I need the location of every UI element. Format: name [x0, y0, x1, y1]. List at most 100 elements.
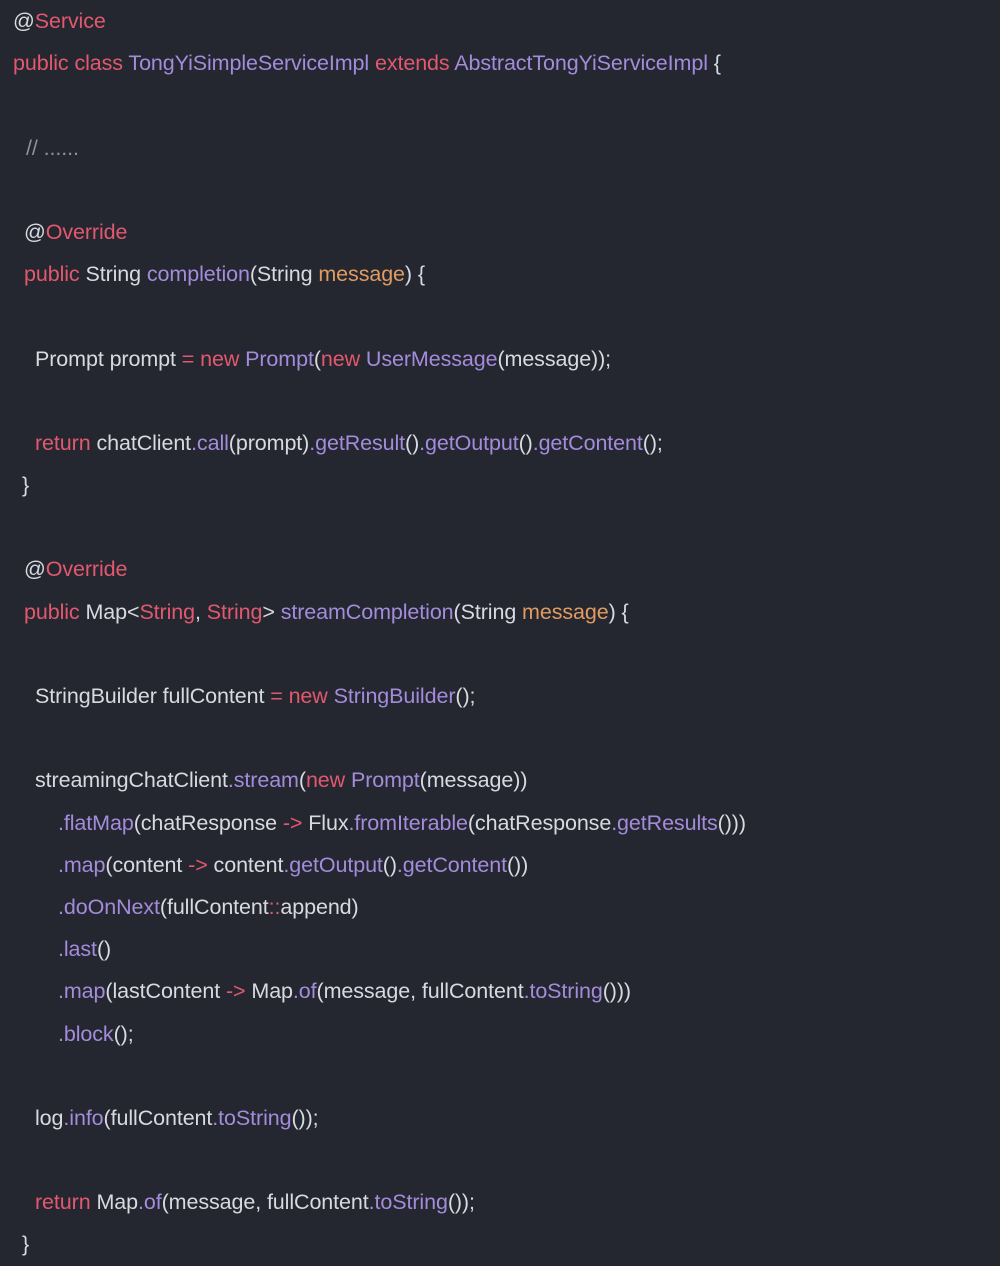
code-token: extends	[369, 51, 455, 76]
code-token: .map	[58, 979, 106, 1004]
code-token: (String	[249, 262, 319, 287]
code-token: ) {	[608, 599, 629, 624]
code-token: .toString	[523, 979, 603, 1004]
code-token: new	[305, 768, 351, 793]
code-token: .getOutput	[283, 852, 383, 877]
code-line: }	[0, 1223, 1000, 1265]
code-token: .map	[58, 852, 106, 877]
code-token: }	[22, 1232, 30, 1257]
code-line: return chatClient.call(prompt).getResult…	[0, 422, 1000, 464]
code-token: Prompt prompt	[35, 346, 182, 371]
code-token: ()	[518, 430, 533, 455]
code-token: ()))	[717, 810, 746, 835]
code-token: String	[79, 262, 147, 287]
code-token: streamingChatClient	[35, 768, 228, 793]
code-token: ());	[447, 1190, 475, 1215]
code-token: String	[206, 599, 263, 624]
code-token: streamCompletion	[280, 599, 454, 624]
code-token: ()	[382, 852, 397, 877]
code-token: return	[35, 1190, 91, 1215]
code-token: .getOutput	[419, 430, 519, 455]
code-token: (	[313, 346, 321, 371]
code-token: >	[262, 599, 281, 624]
code-token: ->	[282, 810, 303, 835]
code-token: completion	[146, 262, 250, 287]
code-token: .toString	[368, 1190, 448, 1215]
code-token: (chatResponse	[133, 810, 283, 835]
code-token: .of	[137, 1190, 162, 1215]
code-token: ::	[268, 894, 281, 919]
code-token: content	[207, 852, 284, 877]
code-line: // ......	[0, 127, 1000, 169]
code-token: .getResult	[309, 430, 406, 455]
code-token: .getContent	[396, 852, 507, 877]
code-line: .map(lastContent -> Map.of(message, full…	[0, 970, 1000, 1012]
code-line: public String completion(String message)…	[0, 253, 1000, 295]
code-token: .info	[63, 1105, 104, 1130]
code-token: (	[298, 768, 306, 793]
code-token: (message));	[497, 346, 612, 371]
code-line: .last()	[0, 928, 1000, 970]
code-lines-container: @Service public class TongYiSimpleService…	[0, 0, 1000, 1266]
code-token: @	[24, 557, 46, 582]
code-token: Override	[45, 557, 128, 582]
code-line: log.info(fullContent.toString());	[0, 1097, 1000, 1139]
code-line: }	[0, 464, 1000, 506]
code-token: ())	[507, 852, 529, 877]
code-token: message	[318, 262, 405, 287]
code-token: Prompt	[245, 346, 314, 371]
code-token: ();	[113, 1021, 134, 1046]
code-token: .getResults	[611, 810, 718, 835]
code-token: .stream	[227, 768, 299, 793]
code-line: .flatMap(chatResponse -> Flux.fromIterab…	[0, 802, 1000, 844]
code-line: @Override	[0, 211, 1000, 253]
code-line: streamingChatClient.stream(new Prompt(me…	[0, 759, 1000, 801]
code-token: (message))	[419, 768, 528, 793]
code-token: Prompt	[350, 768, 420, 793]
code-token: message	[522, 599, 609, 624]
code-line: .map(content -> content.getOutput().getC…	[0, 844, 1000, 886]
code-line: .block();	[0, 1013, 1000, 1055]
code-token: return	[35, 430, 91, 455]
code-token: ()	[405, 430, 420, 455]
code-token: Override	[45, 219, 128, 244]
code-token: new	[200, 346, 246, 371]
code-token: =	[270, 684, 283, 708]
code-token: ()	[96, 937, 112, 962]
code-token: String	[139, 599, 196, 624]
code-token: StringBuilder	[333, 684, 456, 708]
code-token: new	[288, 684, 334, 708]
code-token: (content	[105, 852, 189, 877]
code-token: .toString	[212, 1105, 292, 1130]
code-token: (fullContent	[159, 894, 269, 919]
code-token: (String	[453, 599, 523, 624]
code-token: .block	[58, 1021, 114, 1046]
code-token: Map<	[79, 599, 140, 624]
code-token: new	[320, 346, 366, 371]
code-token: ->	[226, 979, 246, 1004]
code-token: public	[24, 599, 80, 624]
code-token: Service	[34, 9, 106, 33]
code-token: AbstractTongYiServiceImpl	[454, 51, 708, 76]
code-token: ->	[188, 852, 208, 877]
code-token: }	[22, 473, 30, 498]
code-token: {	[707, 51, 721, 76]
code-token: .fromIterable	[348, 810, 468, 835]
code-token: ());	[291, 1105, 319, 1130]
code-line: StringBuilder fullContent = new StringBu…	[0, 675, 1000, 717]
code-token: (message, fullContent	[316, 979, 524, 1004]
code-token: ();	[642, 430, 663, 455]
code-token: (lastContent	[105, 979, 226, 1004]
code-token: ,	[195, 599, 207, 624]
code-token: // ......	[26, 135, 79, 160]
code-line: public Map<String, String> streamComplet…	[0, 591, 1000, 633]
code-token: .last	[58, 937, 97, 962]
code-line: return Map.of(message, fullContent.toStr…	[0, 1181, 1000, 1223]
code-token: .of	[292, 979, 317, 1004]
